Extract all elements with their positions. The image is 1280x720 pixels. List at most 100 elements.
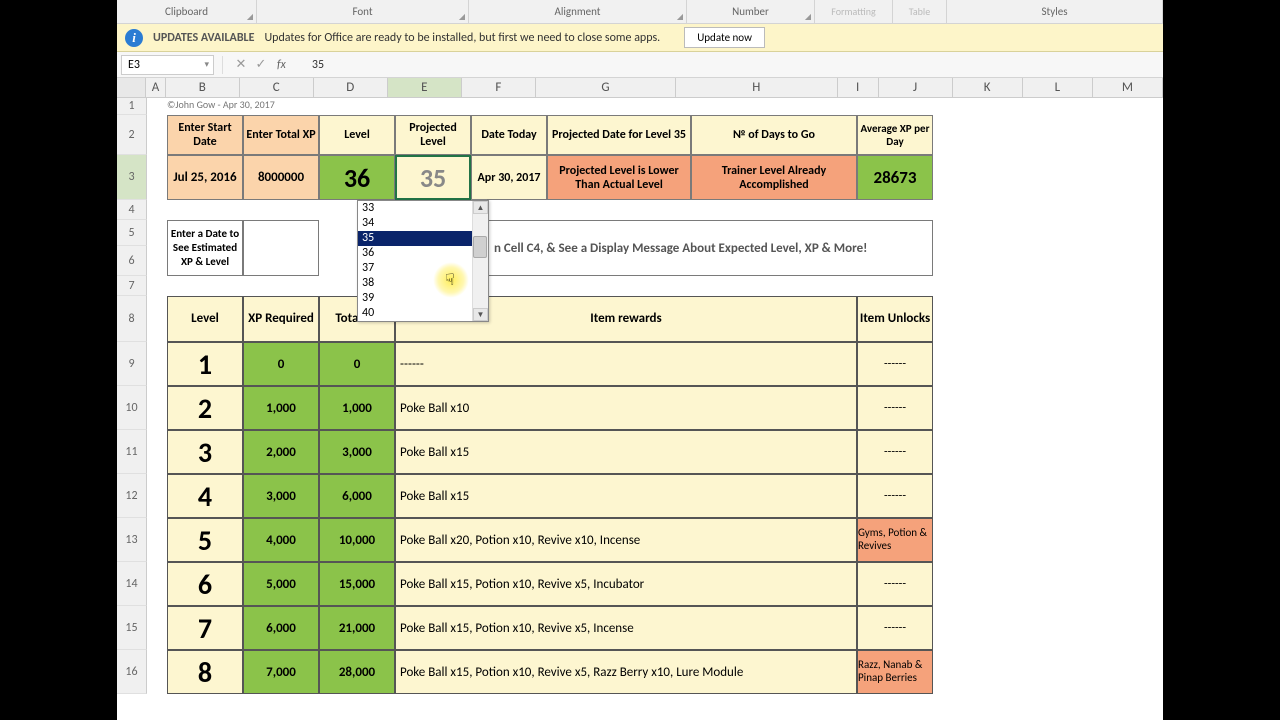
table-cell[interactable]: Poke Ball x15, Potion x10, Revive x5, In… [395,562,857,606]
row-header-2[interactable]: 2 [117,115,147,155]
table-cell[interactable]: ------ [857,386,933,430]
table-cell[interactable]: 2 [167,386,243,430]
dropdown-list[interactable]: 3334353637383940 ▲ ▼ [357,200,489,322]
row-header-4[interactable]: 4 [117,200,147,220]
estimator-input[interactable] [243,220,319,276]
table-cell[interactable]: 5,000 [243,562,319,606]
table-cell[interactable]: 0 [319,342,395,386]
row-header-1[interactable]: 1 [117,98,147,115]
col-header-E[interactable]: E [388,78,462,97]
select-all-corner[interactable] [117,78,146,97]
row-header-14[interactable]: 14 [117,562,147,606]
val-total-xp[interactable]: 8000000 [243,155,319,200]
estimator-msg[interactable]: n Cell C4, & See a Display Message About… [487,220,933,276]
col-header-H[interactable]: H [676,78,838,97]
hdr-proj-level[interactable]: Projected Level [395,115,471,155]
row-header-10[interactable]: 10 [117,386,147,430]
update-now-button[interactable]: Update now [684,27,765,48]
fx-icon[interactable]: fx [277,58,286,72]
table-cell[interactable]: 28,000 [319,650,395,694]
table-cell[interactable]: ------ [857,430,933,474]
table-cell[interactable]: 7 [167,606,243,650]
ribbon-group-styles[interactable]: Styles [947,0,1163,23]
row-header-3[interactable]: 3 [117,155,147,200]
table-cell[interactable]: 21,000 [319,606,395,650]
table-cell[interactable]: 15,000 [319,562,395,606]
hdr-date-today[interactable]: Date Today [471,115,547,155]
col-header-D[interactable]: D [314,78,388,97]
table-cell[interactable]: Poke Ball x15 [395,474,857,518]
row-header-11[interactable]: 11 [117,430,147,474]
table-cell[interactable]: 6,000 [319,474,395,518]
row-header-12[interactable]: 12 [117,474,147,518]
col-header-L[interactable]: L [1023,78,1093,97]
table-cell[interactable]: 1 [167,342,243,386]
table-cell[interactable]: 5 [167,518,243,562]
table-cell[interactable]: 2,000 [243,430,319,474]
table-cell[interactable]: ------ [395,342,857,386]
col-header-G[interactable]: G [536,78,676,97]
name-box[interactable]: E3 [121,55,214,75]
col-header-C[interactable]: C [240,78,314,97]
ribbon-group-clipboard[interactable]: Clipboard◢ [117,0,257,23]
ribbon-group-alignment[interactable]: Alignment◢ [469,0,687,23]
val-start-date[interactable]: Jul 25, 2016 [167,155,243,200]
spreadsheet-grid[interactable]: A B C D E F G H I J K L M 1 2 3 4 5 6 7 … [117,78,1163,98]
val-days-go[interactable]: Trainer Level Already Accomplished [691,155,857,200]
tbl-hdr-xpreq[interactable]: XP Required [243,296,319,342]
table-cell[interactable]: 3,000 [243,474,319,518]
dropdown-item[interactable]: 34 [358,216,472,231]
cancel-formula-button[interactable]: ✕ [231,57,251,72]
val-proj-date[interactable]: Projected Level is Lower Than Actual Lev… [547,155,691,200]
table-cell[interactable]: ------ [857,606,933,650]
val-avg-xp[interactable]: 28673 [857,155,933,200]
dropdown-item[interactable]: 33 [358,201,472,216]
hdr-total-xp[interactable]: Enter Total XP [243,115,319,155]
table-cell[interactable]: 4 [167,474,243,518]
table-cell[interactable]: 3 [167,430,243,474]
table-cell[interactable]: 10,000 [319,518,395,562]
val-proj-level[interactable]: 35 [395,155,471,200]
hdr-proj-date[interactable]: Projected Date for Level 35 [547,115,691,155]
dropdown-item[interactable]: 39 [358,291,472,306]
table-cell[interactable]: 4,000 [243,518,319,562]
enter-formula-button[interactable]: ✓ [251,57,271,72]
table-cell[interactable]: 3,000 [319,430,395,474]
table-cell[interactable]: 8 [167,650,243,694]
table-cell[interactable]: Poke Ball x15, Potion x10, Revive x5, In… [395,606,857,650]
table-cell[interactable]: ------ [857,562,933,606]
table-cell[interactable]: ------ [857,342,933,386]
hdr-level[interactable]: Level [319,115,395,155]
dropdown-item[interactable]: 40 [358,306,472,321]
col-header-K[interactable]: K [953,78,1023,97]
table-cell[interactable]: 6,000 [243,606,319,650]
row-header-5[interactable]: 5 [117,220,147,246]
col-header-A[interactable]: A [146,78,166,97]
table-cell[interactable]: Gyms, Potion & Revives [857,518,933,562]
dropdown-item[interactable]: 35 [358,231,472,246]
col-header-J[interactable]: J [879,78,953,97]
row-header-7[interactable]: 7 [117,276,147,296]
hdr-avg-xp[interactable]: Average XP per Day [857,115,933,155]
val-date-today[interactable]: Apr 30, 2017 [471,155,547,200]
table-cell[interactable]: 0 [243,342,319,386]
col-header-I[interactable]: I [838,78,879,97]
table-cell[interactable]: Poke Ball x10 [395,386,857,430]
row-header-8[interactable]: 8 [117,296,147,342]
row-header-6[interactable]: 6 [117,246,147,276]
table-cell[interactable]: Razz, Nanab & Pinap Berries [857,650,933,694]
table-cell[interactable]: 6 [167,562,243,606]
dropdown-item[interactable]: 38 [358,276,472,291]
hdr-days-go[interactable]: № of Days to Go [691,115,857,155]
row-header-16[interactable]: 16 [117,650,147,694]
table-cell[interactable]: Poke Ball x20, Potion x10, Revive x10, I… [395,518,857,562]
tbl-hdr-unlocks[interactable]: Item Unlocks [857,296,933,342]
ribbon-group-table[interactable]: Table [893,0,947,23]
col-header-M[interactable]: M [1093,78,1163,97]
dropdown-item[interactable]: 36 [358,246,472,261]
col-header-B[interactable]: B [166,78,240,97]
table-cell[interactable]: 7,000 [243,650,319,694]
row-header-15[interactable]: 15 [117,606,147,650]
table-cell[interactable]: Poke Ball x15 [395,430,857,474]
tbl-hdr-level[interactable]: Level [167,296,243,342]
